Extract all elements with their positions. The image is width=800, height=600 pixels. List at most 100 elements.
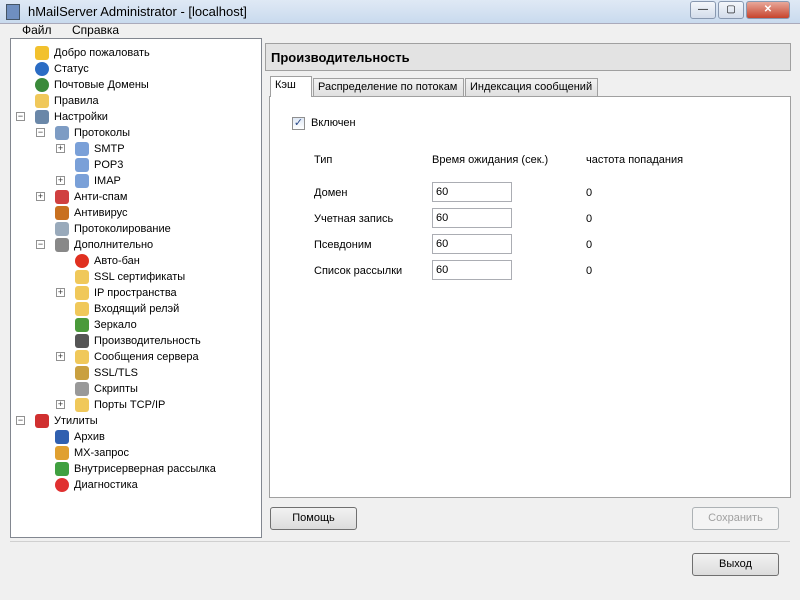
info-icon (35, 62, 49, 76)
feather-icon (75, 142, 89, 156)
tree-item-label: IP пространства (94, 287, 177, 299)
tree-item[interactable]: Статус (11, 61, 261, 77)
enabled-checkbox[interactable]: ✓ (292, 117, 305, 130)
expand-icon[interactable]: + (36, 192, 45, 201)
server-icon (55, 126, 69, 140)
collapse-icon[interactable]: − (16, 416, 25, 425)
log-icon (55, 222, 69, 236)
timeout-input[interactable]: 60 (432, 182, 512, 202)
timeout-input[interactable]: 60 (432, 234, 512, 254)
menu-file[interactable]: Файл (22, 23, 52, 37)
timeout-input[interactable]: 60 (432, 260, 512, 280)
tree-item[interactable]: SSL/TLS (11, 365, 261, 381)
tree-item[interactable]: + IMAP (11, 173, 261, 189)
save-button[interactable]: Сохранить (692, 507, 779, 530)
tree-item[interactable]: Зеркало (11, 317, 261, 333)
tree-item[interactable]: Добро пожаловать (11, 45, 261, 61)
folder-icon (75, 302, 89, 316)
tree-item[interactable]: − Настройки (11, 109, 261, 125)
script-icon (75, 382, 89, 396)
hit-rate-value: 0 (586, 187, 593, 199)
tree-item[interactable]: POP3 (11, 157, 261, 173)
tree-item[interactable]: − Дополнительно (11, 237, 261, 253)
tree-item[interactable]: + SMTP (11, 141, 261, 157)
expand-icon[interactable]: + (56, 288, 65, 297)
tree-item-label: MX-запрос (74, 447, 130, 459)
tree-item[interactable]: − Протоколы (11, 125, 261, 141)
close-button[interactable]: ✕ (746, 1, 790, 19)
feather-icon (75, 174, 89, 188)
enabled-label: Включен (311, 117, 356, 129)
tree-item-label: Внутрисерверная рассылка (74, 463, 216, 475)
expand-icon[interactable]: + (56, 400, 65, 409)
cache-type-label: Учетная запись (314, 213, 394, 225)
tree-item-label: Порты TCP/IP (94, 399, 166, 411)
tree-item[interactable]: + Анти-спам (11, 189, 261, 205)
menu-help[interactable]: Справка (72, 23, 119, 37)
tree-item-label: SMTP (94, 143, 125, 155)
column-timeout: Время ожидания (сек.) (432, 154, 549, 166)
expand-icon[interactable]: + (56, 352, 65, 361)
tree-item-label: POP3 (94, 159, 124, 171)
tab-thread-distribution[interactable]: Распределение по потокам (313, 78, 464, 97)
tree-item[interactable]: Антивирус (11, 205, 261, 221)
tree-item[interactable]: Почтовые Домены (11, 77, 261, 93)
navigation-tree[interactable]: Добро пожаловать Статус Почтовые Домены Пра… (10, 38, 262, 538)
tree-item[interactable]: Правила (11, 93, 261, 109)
mirror-icon (75, 318, 89, 332)
tree-item[interactable]: Авто-бан (11, 253, 261, 269)
timeout-input[interactable]: 60 (432, 208, 512, 228)
dots-icon (55, 462, 69, 476)
tree-item-label: Почтовые Домены (54, 79, 149, 91)
collapse-icon[interactable]: − (36, 128, 45, 137)
column-type: Тип (314, 154, 333, 166)
tree-item[interactable]: + Сообщения сервера (11, 349, 261, 365)
folder-icon (75, 270, 89, 284)
tree-item-label: Анти-спам (74, 191, 128, 203)
tree-item[interactable]: MX-запрос (11, 445, 261, 461)
window-title: hMailServer Administrator - [localhost] (28, 4, 247, 19)
folder-icon (35, 94, 49, 108)
maximize-button[interactable]: ▢ (718, 1, 744, 19)
exit-button[interactable]: Выход (692, 553, 779, 576)
tab-message-indexing[interactable]: Индексация сообщений (465, 78, 598, 97)
tree-item[interactable]: SSL сертификаты (11, 269, 261, 285)
globe-icon (35, 78, 49, 92)
collapse-icon[interactable]: − (36, 240, 45, 249)
magnifier-icon (55, 238, 69, 252)
star-icon (35, 46, 49, 60)
hit-rate-value: 0 (586, 265, 593, 277)
tree-item[interactable]: + IP пространства (11, 285, 261, 301)
expand-icon[interactable]: + (56, 144, 65, 153)
tab-cache[interactable]: Кэш (270, 76, 312, 97)
red-circle-icon (75, 254, 89, 268)
tree-item-label: Антивирус (74, 207, 128, 219)
tree-item-label: Зеркало (94, 319, 137, 331)
tree-item-label: Настройки (54, 111, 108, 123)
tools-icon (35, 110, 49, 124)
tree-item[interactable]: Архив (11, 429, 261, 445)
tree-item-label: Дополнительно (74, 239, 154, 251)
expand-icon[interactable]: + (56, 176, 65, 185)
compass-icon (55, 446, 69, 460)
tree-item[interactable]: Входящий релэй (11, 301, 261, 317)
tree-item[interactable]: Скрипты (11, 381, 261, 397)
certificate-icon (75, 366, 89, 380)
knife-icon (35, 414, 49, 428)
cache-type-label: Список рассылки (314, 265, 403, 277)
tree-item[interactable]: Внутрисерверная рассылка (11, 461, 261, 477)
tree-item[interactable]: Протоколирование (11, 221, 261, 237)
collapse-icon[interactable]: − (16, 112, 25, 121)
tree-item[interactable]: + Порты TCP/IP (11, 397, 261, 413)
divider (10, 541, 790, 542)
tree-item-label: Авто-бан (94, 255, 140, 267)
tree-item-label: SSL/TLS (94, 367, 139, 379)
tree-item[interactable]: Диагностика (11, 477, 261, 493)
minimize-button[interactable]: — (690, 1, 716, 19)
help-button[interactable]: Помощь (270, 507, 357, 530)
tree-item-label: Протоколирование (74, 223, 171, 235)
tree-item[interactable]: − Утилиты (11, 413, 261, 429)
no-entry-icon (55, 190, 69, 204)
tree-item-label: Статус (54, 63, 89, 75)
tree-item[interactable]: Производительность (11, 333, 261, 349)
